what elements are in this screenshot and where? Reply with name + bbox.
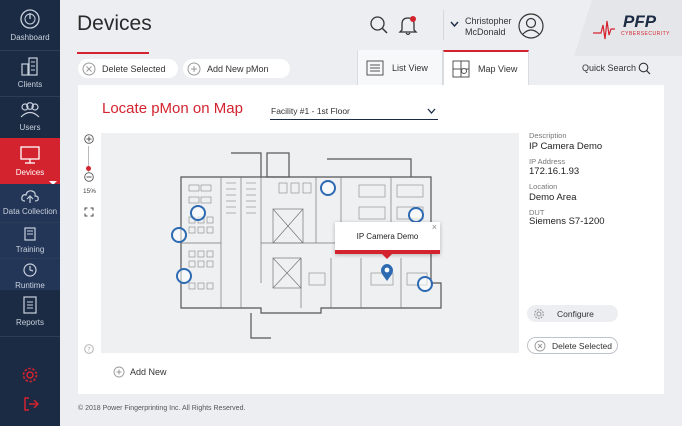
- header-divider: [443, 10, 444, 40]
- sidebar-item-data-collection[interactable]: Data Collection: [0, 184, 60, 222]
- pmon-marker[interactable]: [176, 268, 192, 284]
- clock-icon: [23, 263, 37, 277]
- configure-label: Configure: [557, 308, 594, 319]
- sidebar-item-training[interactable]: Training: [0, 222, 60, 258]
- add-new-button[interactable]: Add New: [113, 366, 167, 378]
- device-popup[interactable]: IP Camera Demo ×: [335, 222, 440, 254]
- bell-icon[interactable]: [398, 14, 418, 36]
- search-icon[interactable]: [369, 15, 389, 35]
- close-circle-icon: [534, 340, 546, 351]
- brand-logo: PFP CYBERSECURITY: [593, 12, 673, 48]
- configure-button[interactable]: Configure: [527, 305, 618, 322]
- map-pin-icon: [452, 60, 470, 77]
- zoom-level: 15%: [83, 188, 97, 195]
- popup-title: IP Camera Demo: [356, 232, 419, 241]
- sidebar-item-label: Reports: [15, 318, 44, 327]
- facility-select[interactable]: Facility #1 - 1st Floor: [270, 102, 438, 120]
- floor-plan-map[interactable]: [101, 133, 519, 353]
- add-new-pmon-button[interactable]: Add New pMon: [183, 59, 290, 78]
- delete-selected-button[interactable]: Delete Selected: [78, 59, 178, 78]
- title-underline: [77, 52, 149, 54]
- search-icon[interactable]: [638, 62, 651, 75]
- dut-value: Siemens S7-1200: [529, 216, 605, 227]
- gear-icon: [534, 308, 544, 319]
- chevron-down-icon[interactable]: [450, 21, 459, 27]
- brand-sub: CYBERSECURITY: [621, 31, 671, 37]
- fullscreen-icon[interactable]: [84, 207, 94, 217]
- floor-plan-drawing: [180, 152, 442, 339]
- document-icon: [23, 296, 37, 314]
- list-icon: [366, 60, 384, 75]
- buildings-icon: [21, 57, 38, 76]
- location-value: Demo Area: [529, 192, 577, 203]
- tab-map-view-label: Map View: [478, 63, 518, 74]
- quick-search-label[interactable]: Quick Search: [582, 63, 636, 73]
- sidebar-item-runtime[interactable]: Runtime: [0, 258, 60, 290]
- monitor-icon: [20, 146, 40, 164]
- sidebar-item-label: Clients: [17, 80, 43, 89]
- locate-heading: Locate pMon on Map: [102, 100, 243, 117]
- sidebar-item-dashboard[interactable]: Dashboard: [0, 8, 60, 48]
- book-icon: [24, 227, 36, 241]
- location-label: Location: [529, 182, 558, 191]
- pmon-marker[interactable]: [190, 205, 206, 221]
- cloud-upload-icon: [21, 190, 39, 203]
- popup-pointer: [382, 254, 392, 259]
- delete-selected-side-label: Delete Selected: [552, 340, 613, 351]
- avatar[interactable]: [518, 13, 544, 39]
- gear-icon[interactable]: [21, 366, 39, 384]
- pmon-marker[interactable]: [417, 276, 433, 292]
- zoom-in-icon[interactable]: [84, 134, 94, 144]
- sidebar-item-clients[interactable]: Clients: [0, 55, 60, 95]
- tab-map-view[interactable]: Map View: [443, 50, 529, 85]
- sidebar-item-label: Dashboard: [10, 33, 50, 42]
- brand-name: PFP: [623, 12, 657, 31]
- svg-text:?: ?: [87, 346, 90, 354]
- page-title: Devices: [77, 12, 152, 35]
- close-circle-icon: [82, 62, 96, 75]
- description-value: IP Camera Demo: [529, 141, 603, 152]
- add-new-pmon-label: Add New pMon: [207, 63, 269, 74]
- dashboard-icon: [20, 9, 40, 29]
- sidebar-item-label: Training: [15, 245, 45, 254]
- delete-selected-label: Delete Selected: [102, 63, 166, 74]
- sidebar-item-label: Users: [19, 123, 41, 132]
- plus-circle-icon: [113, 366, 125, 378]
- add-new-label: Add New: [130, 367, 167, 377]
- pmon-marker[interactable]: [320, 180, 336, 196]
- zoom-out-icon[interactable]: [84, 172, 94, 182]
- ip-address-label: IP Address: [529, 157, 566, 166]
- facility-selected-value: Facility #1 - 1st Floor: [271, 106, 350, 116]
- sidebar-item-users[interactable]: Users: [0, 100, 60, 138]
- tab-list-view-label: List View: [392, 62, 428, 73]
- ip-address-value: 172.16.1.93: [529, 166, 580, 177]
- sidebar-item-reports[interactable]: Reports: [0, 295, 60, 333]
- pmon-marker[interactable]: [171, 227, 187, 243]
- close-icon[interactable]: ×: [432, 222, 437, 232]
- footer-copyright: © 2018 Power Fingerprinting Inc. All Rig…: [78, 405, 246, 412]
- sidebar-item-label: Data Collection: [2, 207, 58, 216]
- help-icon[interactable]: ?: [84, 344, 94, 354]
- plus-circle-icon: [187, 62, 201, 75]
- sidebar-item-label: Devices: [15, 168, 45, 177]
- sidebar-item-label: Runtime: [15, 281, 45, 290]
- pmon-marker[interactable]: [408, 207, 424, 223]
- sidebar: Dashboard Clients Users Devices Data Col…: [0, 0, 60, 426]
- description-label: Description: [529, 131, 567, 140]
- chevron-down-icon: [427, 108, 436, 114]
- users-icon: [20, 102, 40, 118]
- zoom-slider-handle[interactable]: [86, 166, 91, 171]
- logout-icon[interactable]: [22, 396, 40, 412]
- delete-selected-side-button[interactable]: Delete Selected: [527, 337, 618, 354]
- sidebar-item-devices[interactable]: Devices: [0, 138, 60, 184]
- map-pin-icon[interactable]: [380, 264, 394, 282]
- tab-list-view[interactable]: List View: [357, 50, 443, 85]
